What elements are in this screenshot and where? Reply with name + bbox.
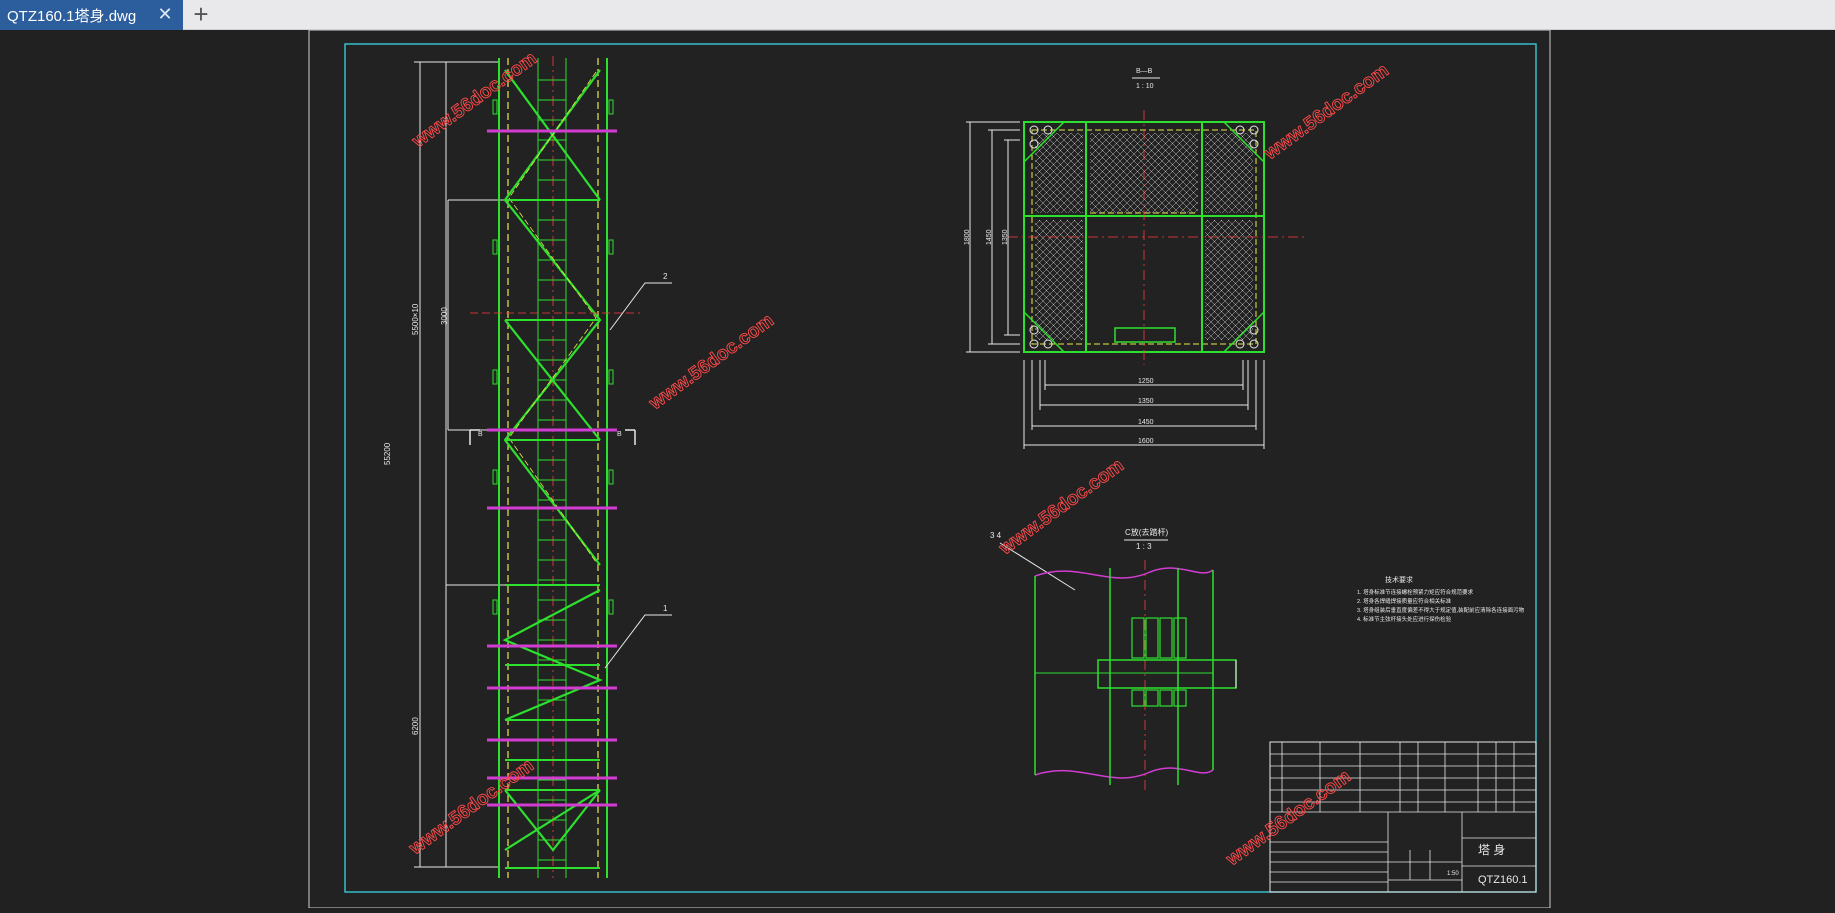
detail-scale: 1 : 3 [1136,542,1152,551]
tech-note-4: 4. 标准节主弦杆接头处应进行探伤检验 [1357,615,1452,623]
section-scale: 1 : 10 [1136,83,1154,90]
dim-upper: 5500×10 [411,303,420,335]
callout-2: 2 [663,272,668,281]
tab-title: QTZ160.1塔身.dwg [7,7,137,25]
tech-note-3: 3. 塔身组装后垂直度偏差不得大于规定值,装配前应清除各连接面污物 [1357,606,1525,614]
dim-h1: 1800 [964,229,971,245]
section-label: B—B [1136,68,1153,75]
dim-w2: 1350 [1138,398,1154,405]
detail-label: C放(去踏杆) [1125,527,1168,537]
dim-w1: 1250 [1138,378,1154,385]
dim-w3: 1450 [1138,419,1154,426]
cad-drawing: 55200 5500×10 3000 6200 B B 2 1 B—B 1: … [308,29,1551,909]
scale-cell: 1:50 [1447,871,1459,877]
title-name: 塔 身 [1478,842,1505,857]
dim-panel: 3000 [440,307,449,325]
title-code: QTZ160.1 [1478,874,1528,886]
callout-b-right: B [617,431,622,438]
callout-b-left: B [478,431,483,438]
callout-1: 1 [663,604,668,613]
tab-drawing[interactable]: QTZ160.1塔身.dwg ✕ [0,0,183,30]
dim-lower: 6200 [411,717,420,735]
tech-title: 技术要求 [1385,575,1413,584]
tech-note-2: 2. 塔身各焊缝焊接质量应符合相关标准 [1357,597,1452,605]
dim-w4: 1600 [1138,438,1154,445]
drawing-canvas[interactable]: 55200 5500×10 3000 6200 B B 2 1 B—B 1: … [0,29,1835,909]
tab-bar: QTZ160.1塔身.dwg ✕ + [0,0,1835,30]
new-tab-button[interactable]: + [187,1,215,28]
dim-h3: 1350 [1002,229,1009,245]
dim-h2: 1450 [986,229,993,245]
tech-note-1: 1. 塔身标准节连接螺栓预紧力矩应符合规范要求 [1357,588,1474,596]
close-icon[interactable]: ✕ [155,4,175,24]
dim-overall: 55200 [383,442,392,465]
